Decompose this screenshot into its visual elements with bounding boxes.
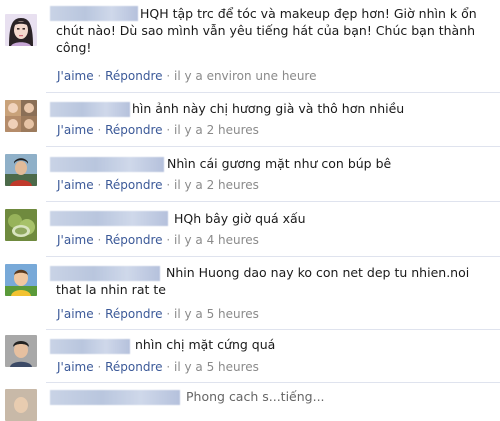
avatar-photo-icon[interactable] bbox=[5, 100, 37, 132]
separator: · bbox=[97, 123, 102, 137]
divider bbox=[46, 256, 500, 257]
reply-link[interactable]: Répondre bbox=[105, 69, 162, 83]
author-name-blurred[interactable] bbox=[50, 157, 164, 172]
separator: · bbox=[97, 233, 102, 247]
avatar-girl-icon[interactable] bbox=[5, 14, 37, 46]
avatar-kid-icon[interactable] bbox=[5, 264, 37, 296]
comment-actions: J'aime · Répondre · il y a 5 heures bbox=[57, 359, 259, 375]
comment-actions: J'aime · Répondre · il y a 4 heures bbox=[57, 232, 259, 248]
comment-text: hìn ảnh này chị hương già và thô hơn nhi… bbox=[132, 101, 405, 116]
comment-text: nhìn chị mặt cứng quá bbox=[135, 337, 276, 352]
avatar-boy-icon[interactable] bbox=[5, 335, 37, 367]
divider bbox=[46, 92, 500, 93]
separator: · bbox=[166, 307, 171, 321]
separator: · bbox=[166, 360, 171, 374]
divider bbox=[46, 201, 500, 202]
separator: · bbox=[97, 360, 102, 374]
author-name-blurred[interactable] bbox=[50, 6, 138, 21]
reply-link[interactable]: Répondre bbox=[105, 360, 162, 374]
comment-text: HQH tập trc để tóc và makeup đẹp hơn! Gi… bbox=[140, 6, 477, 21]
separator: · bbox=[97, 69, 102, 83]
comment-text: chút nào! Dù sao mình vẫn yêu tiếng hát … bbox=[56, 23, 476, 38]
divider bbox=[46, 329, 500, 330]
reply-link[interactable]: Répondre bbox=[105, 123, 162, 137]
author-name-blurred[interactable] bbox=[50, 339, 130, 354]
reply-link[interactable]: Répondre bbox=[105, 178, 162, 192]
separator: · bbox=[166, 123, 171, 137]
comment-text: Nhìn cái gương mặt như con búp bê bbox=[167, 156, 392, 171]
author-name-blurred[interactable] bbox=[50, 390, 180, 405]
timestamp[interactable]: il y a 2 heures bbox=[174, 178, 259, 192]
timestamp[interactable]: il y a 5 heures bbox=[174, 307, 259, 321]
reply-link[interactable]: Répondre bbox=[105, 233, 162, 247]
author-name-blurred[interactable] bbox=[50, 102, 130, 117]
separator: · bbox=[166, 69, 171, 83]
author-name-blurred[interactable] bbox=[50, 211, 168, 226]
separator: · bbox=[97, 307, 102, 321]
timestamp[interactable]: il y a 5 heures bbox=[174, 360, 259, 374]
like-link[interactable]: J'aime bbox=[57, 123, 94, 137]
reply-link[interactable]: Répondre bbox=[105, 307, 162, 321]
divider bbox=[46, 146, 500, 147]
comment-text: HQh bây giờ quá xấu bbox=[174, 211, 306, 226]
comment-actions: J'aime · Répondre · il y a environ une h… bbox=[57, 68, 316, 84]
like-link[interactable]: J'aime bbox=[57, 307, 94, 321]
comment-actions: J'aime · Répondre · il y a 2 heures bbox=[57, 122, 259, 138]
comment-actions: J'aime · Répondre · il y a 5 heures bbox=[57, 306, 259, 322]
like-link[interactable]: J'aime bbox=[57, 360, 94, 374]
separator: · bbox=[166, 233, 171, 247]
timestamp[interactable]: il y a 2 heures bbox=[174, 123, 259, 137]
comment-text: Nhin Huong dao nay ko con net dep tu nhi… bbox=[166, 265, 470, 280]
separator: · bbox=[166, 178, 171, 192]
avatar-man-icon[interactable] bbox=[5, 154, 37, 186]
avatar-partial-icon[interactable] bbox=[5, 389, 37, 421]
comment-text: Phong cach s...tiếng... bbox=[186, 389, 325, 404]
author-name-blurred[interactable] bbox=[50, 266, 160, 281]
divider bbox=[46, 382, 500, 383]
comment-actions: J'aime · Répondre · il y a 2 heures bbox=[57, 177, 259, 193]
comment-text: that la nhin rat te bbox=[56, 282, 166, 297]
separator: · bbox=[97, 178, 102, 192]
like-link[interactable]: J'aime bbox=[57, 233, 94, 247]
avatar-plant-icon[interactable] bbox=[5, 209, 37, 241]
like-link[interactable]: J'aime bbox=[57, 69, 94, 83]
like-link[interactable]: J'aime bbox=[57, 178, 94, 192]
comment-text: công! bbox=[56, 40, 92, 55]
timestamp[interactable]: il y a environ une heure bbox=[174, 69, 316, 83]
timestamp[interactable]: il y a 4 heures bbox=[174, 233, 259, 247]
